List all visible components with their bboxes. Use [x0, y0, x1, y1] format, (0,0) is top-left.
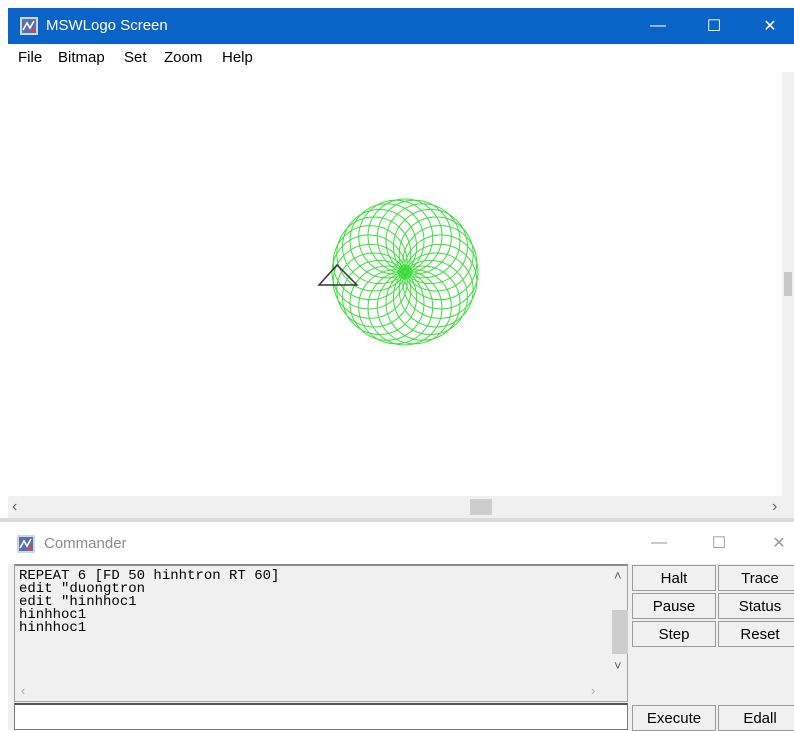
rosette-circle [385, 265, 461, 341]
scroll-right-icon[interactable]: › [772, 498, 777, 516]
rosette-circle [336, 252, 412, 328]
status-button[interactable]: Status [718, 593, 794, 619]
rosette-circle [349, 203, 425, 279]
minimize-icon: — [650, 17, 666, 34]
title-bar[interactable]: MSWLogo Screen — ☐ ✕ [8, 8, 794, 44]
close-icon: ✕ [763, 18, 777, 35]
history-line[interactable]: hinhhoc1 [19, 621, 86, 635]
vertical-scroll-thumb[interactable] [784, 272, 792, 296]
menu-file[interactable]: File [18, 49, 42, 66]
menu-zoom[interactable]: Zoom [164, 49, 202, 66]
edall-button[interactable]: Edall [718, 705, 794, 731]
minimize-icon: — [651, 534, 667, 551]
rosette-circle [332, 243, 408, 319]
execute-button[interactable]: Execute [632, 705, 716, 731]
trace-button[interactable]: Trace [718, 565, 794, 591]
history-scroll-thumb[interactable] [612, 610, 628, 654]
history-horizontal-scrollbar[interactable]: ‹ › [15, 681, 611, 701]
commander-maximize-button[interactable]: ☐ [694, 522, 744, 564]
maximize-button[interactable]: ☐ [686, 8, 742, 44]
rosette-circle [398, 216, 474, 292]
step-button[interactable]: Step [632, 621, 716, 647]
drawing-canvas[interactable] [8, 72, 790, 496]
maximize-icon: ☐ [706, 18, 722, 35]
turtle-graphics [317, 198, 479, 346]
rosette-circle [376, 269, 452, 345]
scroll-right-icon[interactable]: › [591, 683, 595, 698]
commander-window: Commander — ☐ ✕ REPEAT 6 [FD 50 hinhtron… [8, 522, 794, 731]
reset-button[interactable]: Reset [718, 621, 794, 647]
commander-close-button[interactable]: ✕ [754, 522, 794, 564]
circle-rosette [331, 198, 479, 346]
menu-set[interactable]: Set [124, 49, 147, 66]
menu-help[interactable]: Help [222, 49, 253, 66]
canvas-horizontal-scrollbar[interactable]: ‹ › [8, 496, 794, 518]
commander-icon [17, 535, 35, 553]
close-button[interactable]: ✕ [742, 8, 794, 44]
mswlogo-icon [20, 17, 38, 35]
history-vertical-scrollbar[interactable]: ˄ ˅ [611, 566, 628, 681]
command-history[interactable]: REPEAT 6 [FD 50 hinhtron RT 60] edit "du… [14, 564, 628, 702]
rosette-circle [358, 199, 434, 275]
maximize-icon: ☐ [711, 535, 727, 552]
canvas-vertical-scrollbar[interactable] [782, 72, 794, 496]
menu-bar: File Bitmap Set Zoom Help [8, 44, 794, 72]
commander-title-bar[interactable]: Commander — ☐ ✕ [8, 522, 794, 564]
scroll-down-icon[interactable]: ˅ [614, 658, 622, 673]
menu-bitmap[interactable]: Bitmap [58, 49, 105, 66]
scroll-up-icon[interactable]: ˄ [614, 568, 622, 583]
pause-button[interactable]: Pause [632, 593, 716, 619]
commander-title: Commander [44, 535, 127, 552]
halt-button[interactable]: Halt [632, 565, 716, 591]
minimize-button[interactable]: — [630, 8, 686, 44]
commander-minimize-button[interactable]: — [634, 522, 684, 564]
command-input[interactable] [14, 703, 628, 730]
close-icon: ✕ [772, 535, 786, 552]
scroll-left-icon[interactable]: ‹ [21, 683, 25, 698]
window-title: MSWLogo Screen [46, 17, 168, 34]
scroll-left-icon[interactable]: ‹ [12, 498, 17, 516]
rosette-circle [402, 225, 478, 301]
horizontal-scroll-thumb[interactable] [470, 499, 492, 515]
